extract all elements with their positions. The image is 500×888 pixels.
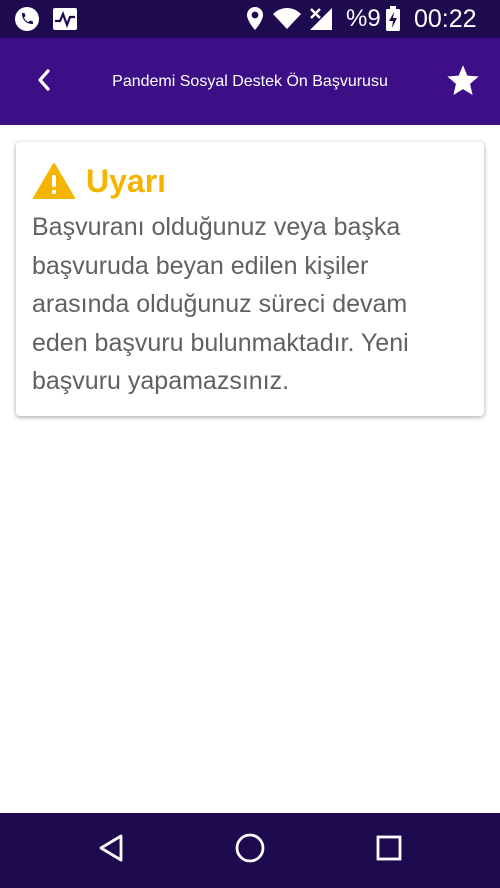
app-bar: Pandemi Sosyal Destek Ön Başvurusu [0, 38, 500, 125]
warning-triangle-icon [32, 162, 76, 200]
battery-charging-icon [382, 4, 404, 34]
nav-home-button[interactable] [230, 830, 270, 870]
warning-message: Başvuranı olduğunuz veya başka başvuruda… [32, 213, 409, 395]
wifi-icon [272, 4, 302, 34]
status-time: 00:22 [414, 5, 477, 33]
recents-square-icon [375, 834, 403, 867]
warning-card: Uyarı Başvuranı olduğunuz veya başka baş… [16, 142, 484, 416]
star-icon [445, 63, 481, 104]
warning-header: Uyarı [32, 160, 166, 202]
status-bar: %9 00:22 [0, 0, 500, 38]
warning-title: Uyarı [86, 163, 167, 199]
activity-monitor-icon [50, 4, 80, 34]
phone-call-icon [12, 4, 42, 34]
no-signal-icon [306, 4, 336, 34]
nav-recents-button[interactable] [369, 830, 409, 870]
back-triangle-icon [97, 833, 125, 868]
page-title: Pandemi Sosyal Destek Ön Başvurusu [112, 73, 388, 90]
favorite-button[interactable] [440, 60, 486, 106]
navigation-bar [0, 813, 500, 888]
battery-percentage: %9 [346, 5, 381, 32]
nav-back-button[interactable] [91, 830, 131, 870]
back-button[interactable] [22, 60, 66, 104]
home-circle-icon [234, 832, 266, 869]
location-pin-icon [240, 4, 270, 34]
chevron-left-icon [34, 68, 54, 97]
